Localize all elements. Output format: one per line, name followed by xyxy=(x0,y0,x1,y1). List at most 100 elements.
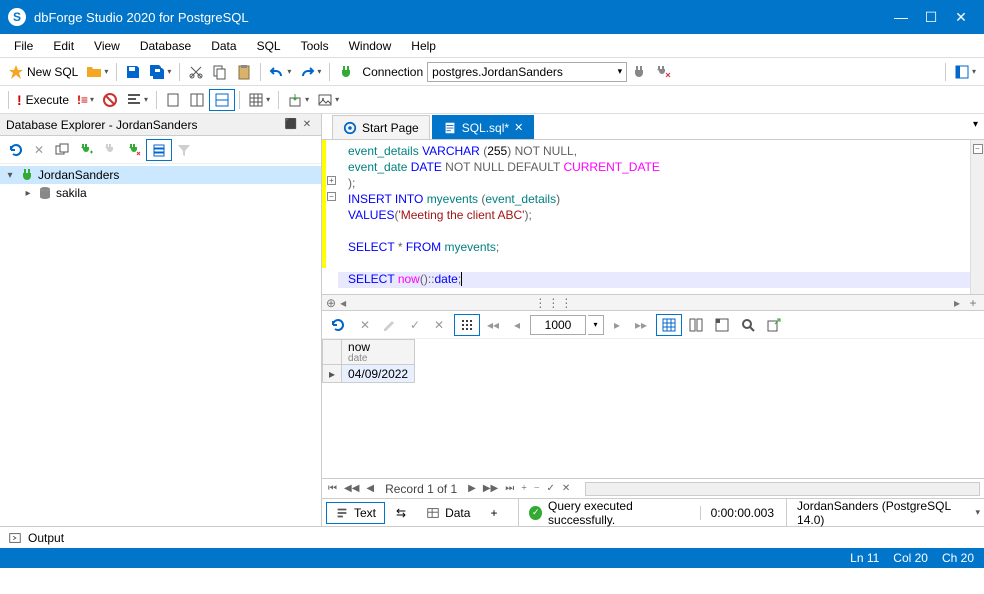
find-button[interactable] xyxy=(736,314,760,336)
add-view-tab[interactable]: + xyxy=(481,502,506,524)
card-view-button[interactable] xyxy=(684,314,708,336)
execute-button[interactable]: ! Execute xyxy=(13,89,73,111)
editor-line[interactable]: VALUES('Meeting the client ABC'); xyxy=(338,208,970,224)
tab-sql-file[interactable]: SQL.sql* ✕ xyxy=(432,115,535,139)
editor-line[interactable]: SELECT now()::date; xyxy=(338,272,970,288)
nav-cancel-icon[interactable]: ✕ xyxy=(560,483,572,494)
prev-page-button[interactable]: ◂ xyxy=(506,314,528,336)
overview-up-icon[interactable]: – xyxy=(973,144,983,154)
editor-line[interactable] xyxy=(338,256,970,272)
menu-tools[interactable]: Tools xyxy=(291,36,339,56)
nav-prev-page-icon[interactable]: ◀◀ xyxy=(342,483,361,494)
overview-down-icon[interactable]: + xyxy=(966,296,980,310)
close-button[interactable]: ✕ xyxy=(946,6,976,28)
image-button[interactable] xyxy=(313,89,343,111)
table-row[interactable]: ▸ 04/09/2022 xyxy=(323,365,415,383)
refresh-button[interactable] xyxy=(4,139,28,161)
menu-view[interactable]: View xyxy=(84,36,130,56)
layout-button[interactable] xyxy=(950,61,980,83)
nav-next-icon[interactable]: ▶ xyxy=(466,483,478,494)
swap-view-tab[interactable]: ⇆ xyxy=(387,502,415,524)
connection-select[interactable]: postgres.JordanSanders ▾ xyxy=(427,62,627,82)
menu-help[interactable]: Help xyxy=(401,36,446,56)
nav-add-icon[interactable]: + xyxy=(519,483,529,494)
text-view-tab[interactable]: Text xyxy=(326,502,385,524)
remove-connection-button[interactable] xyxy=(122,139,146,161)
chevron-down-icon[interactable]: ▾ xyxy=(588,315,604,335)
data-view-tab[interactable]: Data xyxy=(417,502,479,524)
nav-next-page-icon[interactable]: ▶▶ xyxy=(481,483,500,494)
edit-connection-button[interactable] xyxy=(98,139,122,161)
nav-first-icon[interactable]: ⏮ xyxy=(326,483,339,494)
copy-button[interactable] xyxy=(208,61,232,83)
pivot-view-button[interactable] xyxy=(710,314,734,336)
splitter-left-icon[interactable]: ⊕ xyxy=(326,296,336,310)
editor-splitter[interactable]: ⊕ ◂ ⋮⋮⋮ ▸ + xyxy=(322,295,984,311)
cancel-results-button[interactable]: ✕ xyxy=(354,314,376,336)
sql-editor[interactable]: + − event_details VARCHAR (255) NOT NULL… xyxy=(322,140,970,294)
delete-button[interactable]: ✕ xyxy=(28,139,50,161)
column-header[interactable]: now date xyxy=(342,340,415,365)
show-all-button[interactable] xyxy=(146,139,172,161)
horizontal-scrollbar[interactable] xyxy=(585,482,980,496)
commit-button[interactable]: ✓ xyxy=(404,314,426,336)
fold-minus-icon[interactable]: − xyxy=(327,192,336,201)
tab-overflow-button[interactable]: ▾ xyxy=(973,119,978,130)
export-button[interactable] xyxy=(283,89,313,111)
paged-mode-button[interactable] xyxy=(454,314,480,336)
stop-button[interactable] xyxy=(98,89,122,111)
pin-icon[interactable]: ⬛ xyxy=(283,117,299,133)
undo-button[interactable] xyxy=(265,61,295,83)
grid-view-button[interactable] xyxy=(656,314,682,336)
menu-window[interactable]: Window xyxy=(339,36,402,56)
close-tab-icon[interactable]: ✕ xyxy=(514,121,523,134)
editor-line[interactable]: event_date DATE NOT NULL DEFAULT CURRENT… xyxy=(338,160,970,176)
disconnect-all-button[interactable] xyxy=(651,61,675,83)
tree-node-db[interactable]: ▸ sakila xyxy=(0,184,321,202)
editor-line[interactable] xyxy=(338,224,970,240)
last-page-button[interactable]: ▸▸ xyxy=(630,314,652,336)
nav-commit-icon[interactable]: ✓ xyxy=(545,483,557,494)
editor-line[interactable]: event_details VARCHAR (255) NOT NULL, xyxy=(338,144,970,160)
close-panel-icon[interactable]: ✕ xyxy=(299,117,315,133)
fold-plus-icon[interactable]: + xyxy=(327,176,336,185)
editor-line[interactable]: INSERT INTO myevents (event_details) xyxy=(338,192,970,208)
connect-button[interactable] xyxy=(334,61,358,83)
grid-mode-button[interactable] xyxy=(244,89,274,111)
output-bar[interactable]: Output xyxy=(0,526,984,548)
toggle-3-button[interactable] xyxy=(209,89,235,111)
menu-database[interactable]: Database xyxy=(130,36,201,56)
nav-prev-icon[interactable]: ◀ xyxy=(364,483,376,494)
next-page-button[interactable]: ▸ xyxy=(606,314,628,336)
scroll-left-icon[interactable]: ◂ xyxy=(340,296,346,310)
editor-line[interactable]: SELECT * FROM myevents; xyxy=(338,240,970,256)
execute-options-button[interactable]: !≡ xyxy=(73,89,98,111)
menu-edit[interactable]: Edit xyxy=(43,36,84,56)
save-button[interactable] xyxy=(121,61,145,83)
rollback-button[interactable]: ✕ xyxy=(428,314,450,336)
results-grid[interactable]: now date ▸ 04/09/2022 xyxy=(322,339,984,478)
nav-remove-icon[interactable]: − xyxy=(532,483,542,494)
refresh-results-button[interactable] xyxy=(326,314,350,336)
page-size-input[interactable] xyxy=(530,315,586,335)
collapse-icon[interactable]: ▾ xyxy=(4,170,16,181)
save-all-button[interactable] xyxy=(145,61,175,83)
nav-last-icon[interactable]: ⏭ xyxy=(503,483,516,494)
disconnect-button[interactable] xyxy=(627,61,651,83)
export-results-button[interactable] xyxy=(762,314,786,336)
menu-file[interactable]: File xyxy=(4,36,43,56)
new-connection-button[interactable] xyxy=(74,139,98,161)
tree-node-server[interactable]: ▾ JordanSanders xyxy=(0,166,321,184)
db-tree[interactable]: ▾ JordanSanders ▸ sakila xyxy=(0,164,321,526)
scroll-right-icon[interactable]: ▸ xyxy=(950,296,964,310)
maximize-button[interactable]: ☐ xyxy=(916,6,946,28)
toggle-1-button[interactable] xyxy=(161,89,185,111)
cell-value[interactable]: 04/09/2022 xyxy=(342,365,415,383)
expand-icon[interactable]: ▸ xyxy=(22,188,34,199)
format-button[interactable] xyxy=(122,89,152,111)
cut-button[interactable] xyxy=(184,61,208,83)
redo-button[interactable] xyxy=(295,61,325,83)
editor-line[interactable]: ); xyxy=(338,176,970,192)
edit-row-button[interactable] xyxy=(378,314,402,336)
open-button[interactable] xyxy=(82,61,112,83)
